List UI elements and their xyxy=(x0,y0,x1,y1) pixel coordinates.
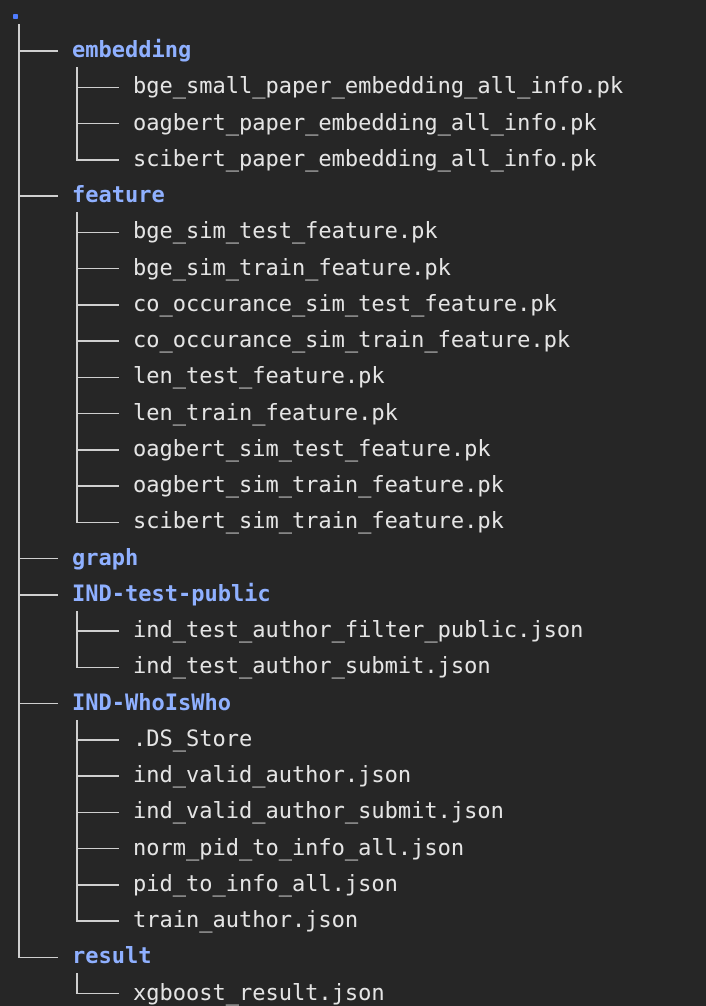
file-item[interactable]: bge_sim_test_feature.pk xyxy=(133,221,438,243)
file-item[interactable]: co_occurance_sim_train_feature.pk xyxy=(133,330,570,352)
file-item[interactable]: ind_test_author_submit.json xyxy=(133,656,491,678)
tree-branch-connector xyxy=(76,304,119,306)
file-item[interactable]: scibert_paper_embedding_all_info.pk xyxy=(133,148,597,171)
tree-branch-connector xyxy=(76,521,119,523)
file-item[interactable]: oagbert_sim_test_feature.pk xyxy=(133,438,491,461)
file-item[interactable]: oagbert_sim_train_feature.pk xyxy=(133,475,504,497)
file-item[interactable]: ind_valid_author_submit.json xyxy=(133,801,504,823)
tree-branch-connector xyxy=(76,376,119,378)
file-item[interactable]: bge_sim_train_feature.pk xyxy=(133,257,451,280)
tree-guide-line xyxy=(76,719,78,922)
tree-branch-connector xyxy=(76,449,119,451)
tree-branch-connector xyxy=(18,50,58,52)
tree-branch-connector xyxy=(76,775,119,777)
tree-branch-connector xyxy=(18,702,58,705)
tree-guide-line xyxy=(18,24,20,958)
directory-result[interactable]: result xyxy=(72,946,151,968)
file-item[interactable]: len_train_feature.pk xyxy=(133,402,398,425)
file-item[interactable]: xgboost_result.json xyxy=(133,982,385,1005)
tree-branch-connector xyxy=(18,557,58,560)
file-item[interactable]: train_author.json xyxy=(133,910,358,932)
tree-branch-connector xyxy=(76,340,119,342)
tree-branch-connector xyxy=(18,195,58,197)
file-item[interactable]: co_occurance_sim_test_feature.pk xyxy=(133,293,557,316)
tree-branch-connector xyxy=(76,267,119,270)
tree-branch-connector xyxy=(76,630,119,632)
file-item[interactable]: ind_test_author_filter_public.json xyxy=(133,620,583,642)
file-item[interactable]: ind_valid_author.json xyxy=(133,765,411,787)
directory-ind-whoiswho[interactable]: IND-WhoIsWho xyxy=(72,692,231,715)
directory-embedding[interactable]: embedding xyxy=(72,40,191,62)
tree-branch-connector xyxy=(18,956,58,958)
tree-branch-connector xyxy=(76,739,119,741)
tree-branch-connector xyxy=(76,122,119,125)
tree-branch-connector xyxy=(76,666,119,668)
tree-branch-connector xyxy=(76,811,119,813)
tree-branch-connector xyxy=(76,847,119,850)
file-item[interactable]: len_test_feature.pk xyxy=(133,366,385,388)
tree-branch-connector xyxy=(76,992,119,995)
tree-branch-connector xyxy=(76,412,119,415)
file-item[interactable]: scibert_sim_train_feature.pk xyxy=(133,511,504,533)
tree-branch-connector xyxy=(18,594,58,596)
file-item[interactable]: oagbert_paper_embedding_all_info.pk xyxy=(133,112,597,135)
tree-branch-connector xyxy=(76,231,119,233)
tree-branch-connector xyxy=(76,485,119,487)
file-item[interactable]: norm_pid_to_info_all.json xyxy=(133,837,464,860)
tree-guide-line xyxy=(76,973,78,995)
tree-branch-connector xyxy=(76,159,119,161)
tree-guide-line xyxy=(76,67,78,161)
tree-branch-connector xyxy=(76,86,119,88)
root-dot-icon xyxy=(13,14,18,19)
tree-branch-connector xyxy=(76,884,119,886)
tree-guide-line xyxy=(76,610,78,668)
file-item[interactable]: .DS_Store xyxy=(133,728,252,751)
directory-ind-test-public[interactable]: IND-test-public xyxy=(72,583,271,606)
file-tree: . embeddingbge_small_paper_embedding_all… xyxy=(0,0,706,1005)
file-item[interactable]: bge_small_paper_embedding_all_info.pk xyxy=(133,76,623,98)
tree-guide-line xyxy=(76,212,78,523)
directory-feature[interactable]: feature xyxy=(72,185,165,207)
tree-branch-connector xyxy=(76,920,119,922)
directory-graph[interactable]: graph xyxy=(72,547,138,570)
file-item[interactable]: pid_to_info_all.json xyxy=(133,873,398,896)
